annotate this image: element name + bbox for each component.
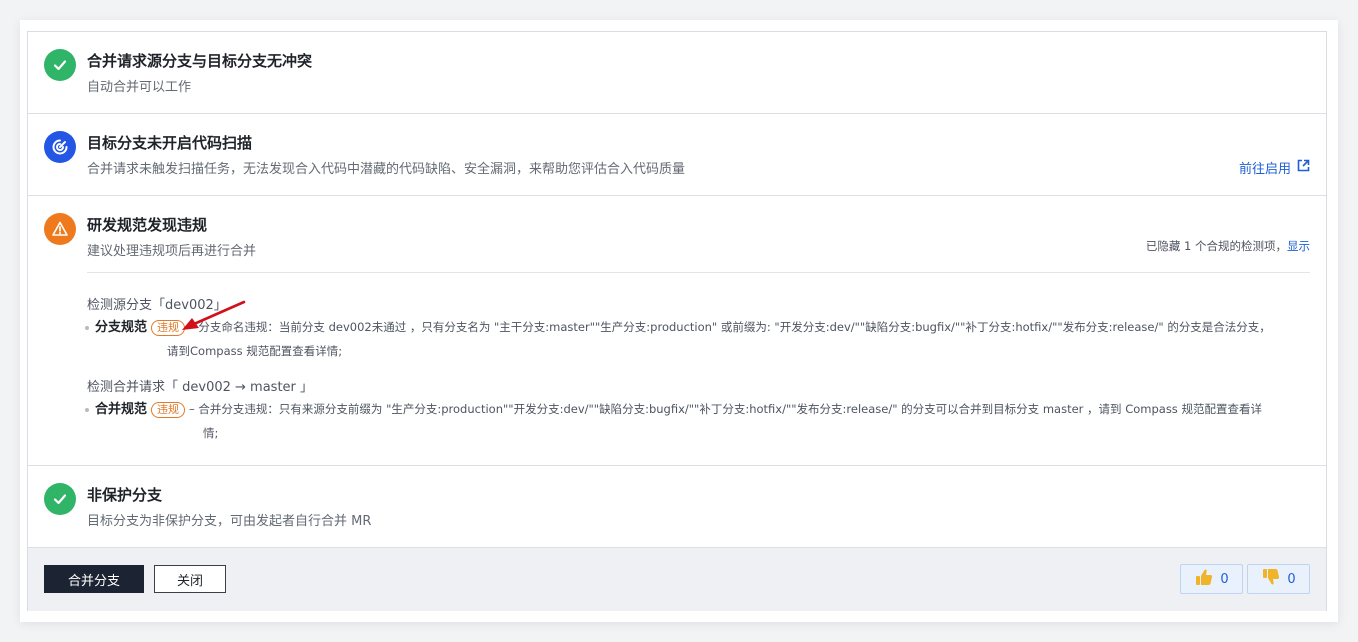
enable-scan-label: 前往启用 [1238, 162, 1291, 177]
scan-icon [44, 131, 76, 163]
hidden-checks-text: 已隐藏 1 个合规的检测项， [1145, 239, 1287, 253]
thumbs-down-button[interactable]: 0 [1247, 564, 1310, 594]
close-button[interactable]: 关闭 [154, 565, 226, 593]
divider [87, 272, 1310, 273]
no-conflict-title: 合并请求源分支与目标分支无冲突 [87, 52, 313, 70]
bullet [85, 407, 89, 412]
merge-branch-button[interactable]: 合并分支 [44, 565, 144, 593]
action-footer: 合并分支 关闭 0 0 [28, 547, 1326, 611]
merge-rule-desc-line1: – 合并分支违规：只有来源分支前缀为 "生产分支:production""开发分… [189, 402, 1262, 416]
merge-rule-desc-line2: 情; [203, 426, 219, 440]
unprotected-subtitle: 目标分支为非保护分支，可由发起者自行合并 MR [87, 514, 372, 529]
violation-badge: 违规 [151, 401, 186, 418]
thumbs-down-icon [1261, 567, 1281, 591]
branch-rule-desc-line2: 请到Compass 规范配置查看详情; [167, 344, 343, 358]
no-conflict-section: 合并请求源分支与目标分支无冲突 自动合并可以工作 [28, 32, 1326, 114]
thumbs-up-button[interactable]: 0 [1180, 564, 1243, 594]
code-scan-section: 目标分支未开启代码扫描 合并请求未触发扫描任务，无法发现合入代码中潜藏的代码缺陷… [28, 114, 1326, 196]
unprotected-title: 非保护分支 [87, 486, 163, 504]
thumbs-up-icon [1194, 567, 1214, 591]
thumbs-up-count: 0 [1220, 571, 1229, 587]
merge-checks-panel: 合并请求源分支与目标分支无冲突 自动合并可以工作 目标分支未开启代码扫描 合并请… [27, 31, 1327, 611]
check-circle-icon [44, 483, 76, 515]
external-link-icon [1297, 159, 1310, 176]
merge-request-status-card: 合并请求源分支与目标分支无冲突 自动合并可以工作 目标分支未开启代码扫描 合并请… [20, 20, 1338, 622]
no-conflict-subtitle: 自动合并可以工作 [87, 80, 192, 95]
bullet [85, 325, 89, 330]
check-circle-icon [44, 49, 76, 81]
hidden-checks-note: 已隐藏 1 个合规的检测项，显示 [1146, 238, 1310, 254]
warning-icon [44, 213, 76, 245]
violations-section: 研发规范发现违规 建议处理违规项后再进行合并 已隐藏 1 个合规的检测项，显示 … [28, 196, 1326, 466]
branch-rule-row: 分支规范 违规 – 分支命名违规：当前分支 dev002未通过 ，只有分支名为 "主… [85, 316, 1310, 339]
violations-subtitle: 建议处理违规项后再进行合并 [87, 244, 257, 259]
thumbs-down-count: 0 [1287, 571, 1296, 587]
branch-rule-name: 分支规范 [95, 320, 148, 335]
merge-rule-name: 合并规范 [95, 402, 148, 417]
unprotected-branch-section: 非保护分支 目标分支为非保护分支，可由发起者自行合并 MR [28, 466, 1326, 547]
enable-scan-link[interactable]: 前往启用 [1239, 158, 1310, 177]
code-scan-title: 目标分支未开启代码扫描 [87, 134, 253, 152]
branch-rule-desc-line1: – 分支命名违规：当前分支 dev002未通过 ，只有分支名为 "主干分支:ma… [189, 320, 1271, 334]
merge-request-check-title: 检测合并请求「 dev002 → master 」 [87, 380, 314, 395]
show-hidden-link[interactable]: 显示 [1287, 239, 1310, 253]
violations-title: 研发规范发现违规 [87, 216, 208, 234]
annotation-arrow-icon [182, 300, 246, 330]
code-scan-subtitle: 合并请求未触发扫描任务，无法发现合入代码中潜藏的代码缺陷、安全漏洞，来帮助您评估… [87, 162, 686, 177]
merge-rule-row: 合并规范 违规 – 合并分支违规：只有来源分支前缀为 "生产分支:productio… [85, 398, 1310, 421]
